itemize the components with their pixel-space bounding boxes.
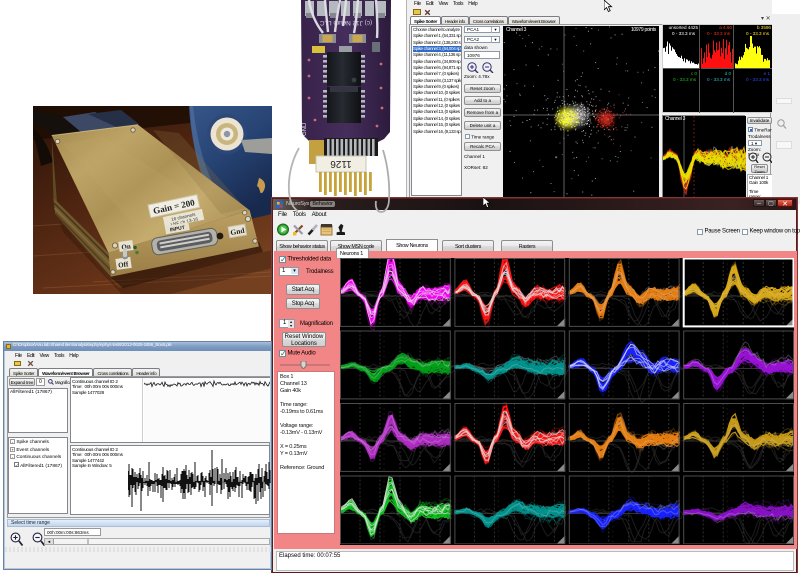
svg-text:1126: 1126: [330, 158, 352, 169]
svg-text:Off: Off: [118, 260, 130, 269]
svg-text:GND: GND: [302, 122, 308, 136]
